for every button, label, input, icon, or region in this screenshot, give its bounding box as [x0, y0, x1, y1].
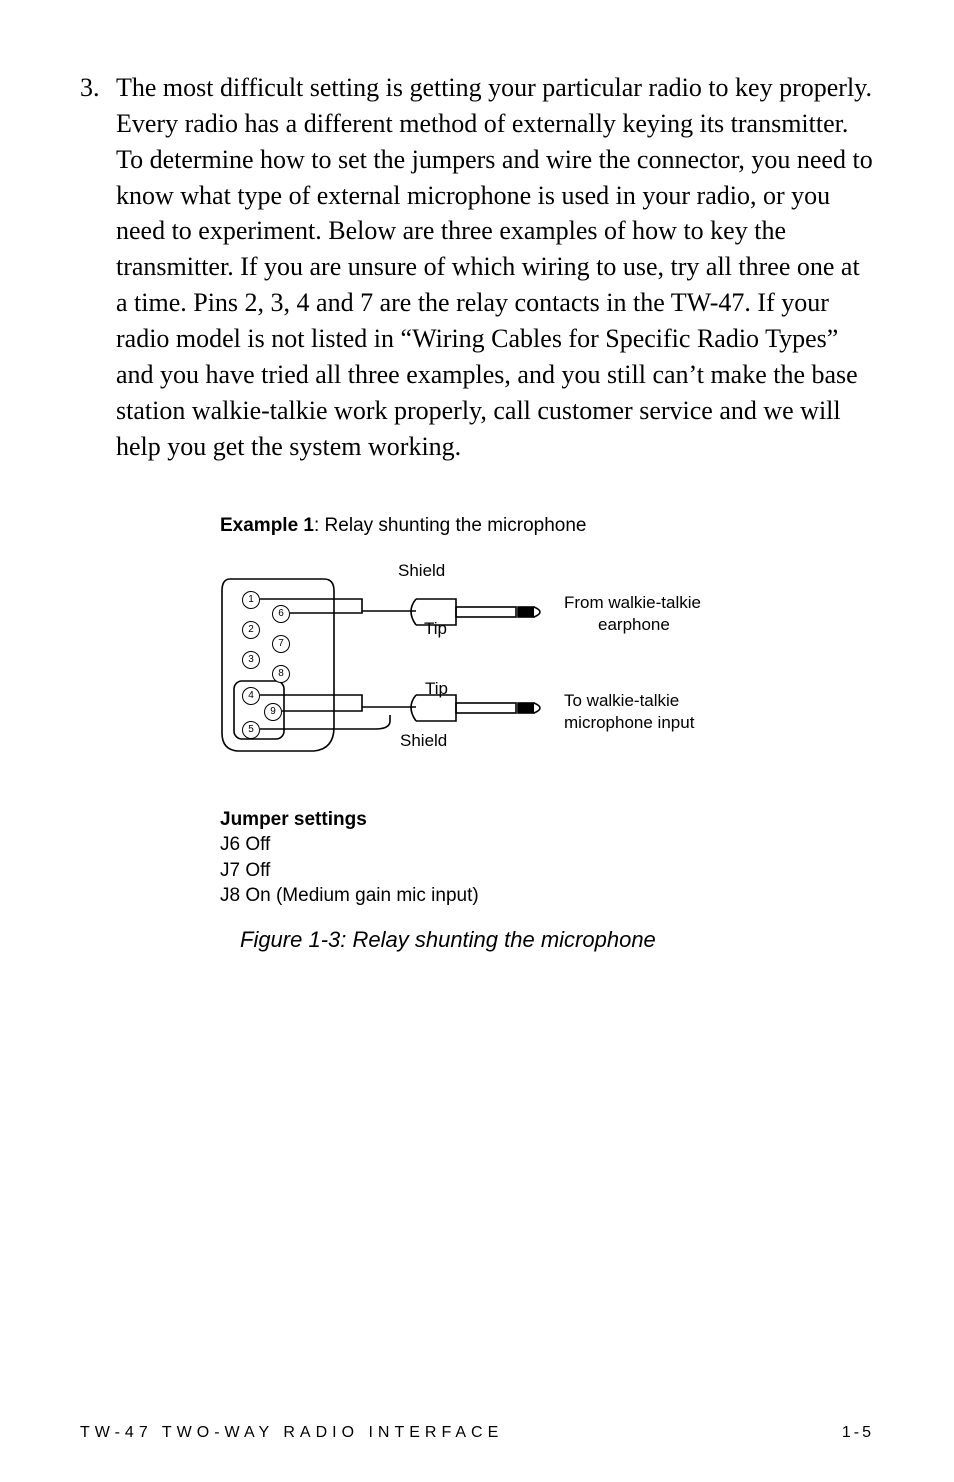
example-1-label-rest: : Relay shunting the microphone [314, 515, 587, 536]
footer-right: 1-5 [842, 1424, 874, 1442]
label-shield-top: Shield [398, 561, 445, 581]
step-3-paragraph: 3. The most difficult setting is getting… [80, 70, 874, 465]
jumper-j6: J6 Off [220, 832, 874, 858]
step-number: 3. [80, 70, 108, 106]
jumper-j8: J8 On (Medium gain mic input) [220, 883, 874, 909]
jumper-j7: J7 Off [220, 858, 874, 884]
page-footer: TW-47 TWO-WAY RADIO INTERFACE 1-5 [80, 1424, 874, 1442]
figure-caption: Figure 1-3: Relay shunting the microphon… [240, 927, 874, 953]
step-body: The most difficult setting is getting yo… [80, 70, 874, 465]
label-from-walkie: From walkie-talkie [564, 593, 701, 613]
wiring-diagram: 1 2 3 4 5 6 7 8 9 [220, 559, 790, 779]
label-mic-input: microphone input [564, 713, 694, 733]
label-to-walkie: To walkie-talkie [564, 691, 679, 711]
example-1-label-bold: Example 1 [220, 515, 314, 536]
label-tip-bottom: Tip [425, 679, 448, 699]
label-shield-bottom: Shield [400, 731, 447, 751]
footer-left: TW-47 TWO-WAY RADIO INTERFACE [80, 1424, 503, 1442]
wiring-svg [220, 559, 790, 779]
label-tip-top: Tip [424, 619, 447, 639]
label-earphone: earphone [598, 615, 670, 635]
jumper-heading: Jumper settings [220, 807, 874, 833]
example-1-heading: Example 1: Relay shunting the microphone [220, 515, 874, 537]
jumper-settings-block: Jumper settings J6 Off J7 Off J8 On (Med… [220, 807, 874, 910]
